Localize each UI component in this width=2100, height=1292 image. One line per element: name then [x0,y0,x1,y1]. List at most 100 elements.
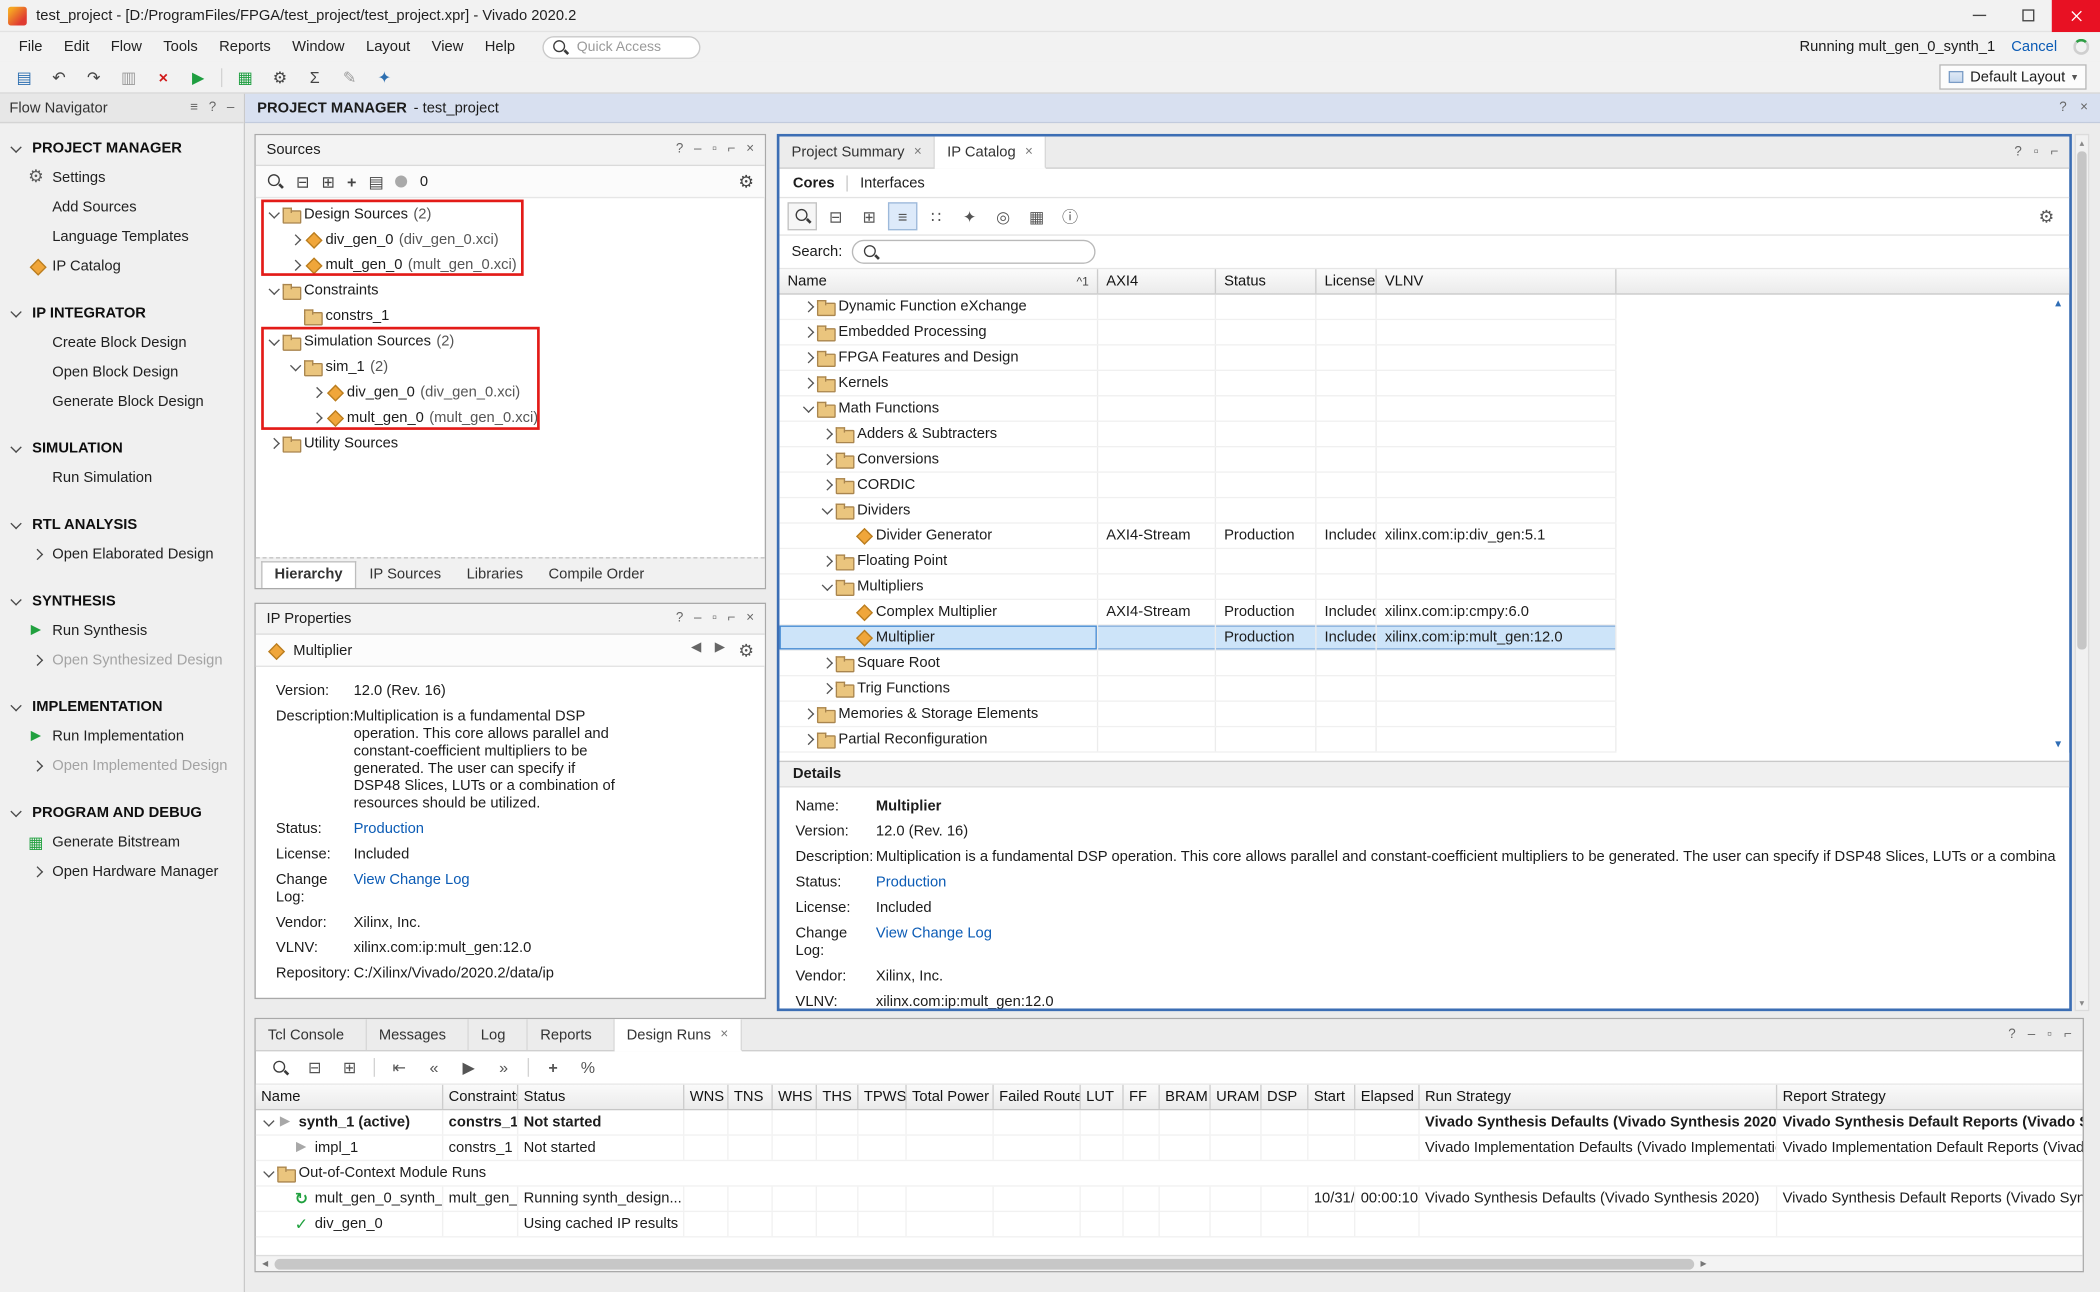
menu-item[interactable]: Window [281,36,355,57]
tree-expander-icon[interactable] [267,206,283,222]
forward-icon[interactable]: ▶ [715,642,725,659]
flow-nav-entry[interactable]: SYNTHESIS [0,587,244,616]
step-back-icon[interactable]: « [419,1053,448,1081]
sources-help-icon[interactable]: ? [676,143,683,156]
redo-button[interactable]: ↷ [78,64,110,91]
catalog-row[interactable]: Adders & Subtracters [779,422,1616,447]
tree-expander-icon[interactable] [820,451,836,467]
design-run-row[interactable]: div_gen_0 Using cached IP results [256,1212,2083,1237]
tab-cores[interactable]: Cores [793,175,835,191]
tree-expander-icon[interactable] [288,358,304,374]
catalog-row[interactable]: Complex Multiplier AXI4-Stream Productio… [779,600,1616,625]
runs-column-header[interactable]: Run Strategy [1420,1085,1778,1109]
tab-close-icon[interactable]: × [720,1027,728,1042]
tree-expander-icon[interactable] [820,502,836,518]
collapse-all-icon[interactable]: ⊟ [821,202,850,230]
undo-button[interactable]: ↶ [43,64,75,91]
tree-expander-icon[interactable] [820,477,836,493]
source-tree-item[interactable]: Constraints [256,277,765,302]
copy-button[interactable]: ▥ [113,64,145,91]
design-run-row[interactable]: Out-of-Context Module Runs [256,1161,2083,1186]
flow-nav-entry[interactable]: Open Hardware Manager [0,857,244,886]
launch-runs-icon[interactable]: ▶ [454,1053,483,1081]
customize-ip-icon[interactable]: ✦ [955,202,984,230]
runs-column-header[interactable]: LUT [1081,1085,1124,1109]
catalog-search-input[interactable] [887,242,1085,261]
tab-close-icon[interactable]: × [1025,145,1033,160]
bottom-tab[interactable]: Log [469,1019,528,1050]
bottom-tab[interactable]: Reports [528,1019,614,1050]
source-tree-item[interactable]: mult_gen_0 (mult_gen_0.xci) [256,252,765,277]
report-button[interactable]: Σ [299,64,331,91]
design-run-row[interactable]: mult_gen_0_synth_1 mult_gen_0 Running sy… [256,1187,2083,1212]
runs-column-header[interactable]: BRAM [1160,1085,1211,1109]
source-tree-item[interactable]: sim_1 (2) [256,354,765,379]
runs-column-header[interactable]: URAM [1211,1085,1262,1109]
catalog-row[interactable]: Embedded Processing [779,320,1616,345]
menu-item[interactable]: File [8,36,53,57]
runs-column-header[interactable]: WNS [684,1085,728,1109]
flow-nav-entry[interactable]: Open Block Design [0,358,244,387]
catalog-row[interactable]: FPGA Features and Design [779,346,1616,371]
bottom-tab[interactable]: Design Runs × [615,1019,742,1051]
add-sources-icon[interactable]: + [347,173,356,189]
catalog-row[interactable]: Dividers [779,498,1616,523]
sources-maximize-icon[interactable]: ▫ [712,143,717,156]
bottom-tab[interactable]: Tcl Console [256,1019,367,1050]
flow-nav-entry[interactable]: Open Implemented Design [0,751,244,780]
ipp-float-icon[interactable]: ⌐ [728,612,736,625]
settings-button[interactable]: ⚙ [264,64,296,91]
tree-expander-icon[interactable] [820,680,836,696]
flow-nav-entry[interactable]: PROJECT MANAGER [0,134,244,163]
runs-column-header[interactable]: Status [518,1085,684,1109]
runs-column-header[interactable]: Failed Routes [994,1085,1081,1109]
runs-float-icon[interactable]: ⌐ [2064,1028,2072,1041]
catalog-float-icon[interactable]: ⌐ [2051,145,2059,158]
program-device-button[interactable]: ▦ [229,64,261,91]
catalog-row[interactable]: Square Root [779,651,1616,676]
flow-nav-entry[interactable]: Add Sources [0,193,244,222]
scroll-up-icon[interactable]: ▴ [2076,135,2088,150]
tree-expander-icon[interactable] [801,375,817,391]
ipp-maximize-icon[interactable]: ▫ [712,612,717,625]
hierarchy-view-icon[interactable]: ≡ [888,202,917,230]
probe-button[interactable]: ✦ [368,64,400,91]
tree-expander-icon[interactable] [309,409,325,425]
catalog-row[interactable]: Divider Generator AXI4-Stream Production… [779,524,1616,549]
tree-expander-icon[interactable] [820,655,836,671]
catalog-row[interactable]: Dynamic Function eXchange [779,295,1616,320]
runs-column-header[interactable]: Constraints [443,1085,518,1109]
reset-runs-icon[interactable]: ⇤ [384,1053,413,1081]
flow-nav-entry[interactable]: PROGRAM AND DEBUG [0,798,244,827]
tree-expander-icon[interactable] [288,231,304,247]
runs-column-header[interactable]: TPWS [858,1085,906,1109]
close-button[interactable] [2052,0,2100,31]
flow-nav-entry[interactable]: Create Block Design [0,328,244,357]
document-tab[interactable]: Project Summary × [779,137,935,168]
flow-nav-minimize-icon[interactable]: – [227,101,234,114]
sources-tab[interactable]: Libraries [455,563,536,588]
menu-item[interactable]: Flow [100,36,153,57]
runs-help-icon[interactable]: ? [2008,1028,2015,1041]
cancel-run-button[interactable]: × [147,64,179,91]
source-tree-item[interactable]: Design Sources (2) [256,201,765,226]
scroll-down-hint-icon[interactable]: ▾ [2055,737,2061,752]
tree-expander-icon[interactable] [261,1165,277,1181]
flow-nav-entry[interactable]: SIMULATION [0,434,244,463]
sources-minimize-icon[interactable]: – [694,143,701,156]
scrollbar-thumb[interactable] [275,1258,1695,1269]
flow-nav-entry[interactable]: IMPLEMENTATION [0,692,244,721]
menu-item[interactable]: Help [474,36,526,57]
menu-item[interactable]: Edit [53,36,100,57]
search-icon[interactable] [265,1053,294,1081]
report-ip-status-icon[interactable]: ▤ [368,173,383,189]
source-tree-item[interactable]: Simulation Sources (2) [256,328,765,353]
flow-nav-entry[interactable]: Generate Block Design [0,387,244,416]
ipp-minimize-icon[interactable]: – [694,612,701,625]
tree-expander-icon[interactable] [820,553,836,569]
source-tree-item[interactable]: Utility Sources [256,430,765,455]
flow-nav-entry[interactable]: Generate Bitstream [0,828,244,857]
runs-column-header[interactable]: Elapsed [1355,1085,1419,1109]
tab-close-icon[interactable]: × [914,145,922,160]
source-tree-item[interactable]: div_gen_0 (div_gen_0.xci) [256,226,765,251]
